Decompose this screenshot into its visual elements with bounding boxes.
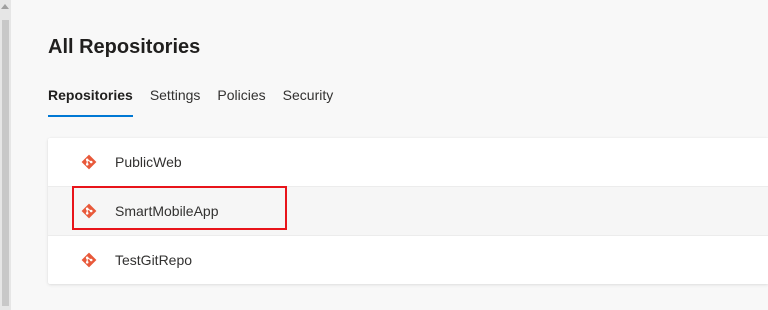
repository-row-testgitrepo[interactable]: TestGitRepo [48,236,768,284]
vertical-scrollbar[interactable] [0,0,11,310]
scrollbar-thumb[interactable] [2,20,9,306]
repository-name: PublicWeb [115,154,182,170]
repository-name: SmartMobileApp [115,203,219,219]
repository-list: PublicWeb SmartMobileApp TestGitRepo [48,138,768,284]
tab-settings[interactable]: Settings [150,85,201,117]
repository-row-publicweb[interactable]: PublicWeb [48,138,768,187]
git-repo-icon [81,252,97,268]
tab-bar: Repositories Settings Policies Security [48,85,350,119]
git-repo-icon [81,154,97,170]
tab-security[interactable]: Security [283,85,334,117]
tab-repositories[interactable]: Repositories [48,85,133,117]
tab-policies[interactable]: Policies [217,85,265,117]
repository-name: TestGitRepo [115,252,193,268]
git-repo-icon [81,203,97,219]
repository-row-smartmobileapp[interactable]: SmartMobileApp [48,187,768,236]
main-content: All Repositories Repositories Settings P… [11,0,768,310]
scroll-up-icon[interactable] [1,4,9,9]
page-title: All Repositories [48,36,201,58]
